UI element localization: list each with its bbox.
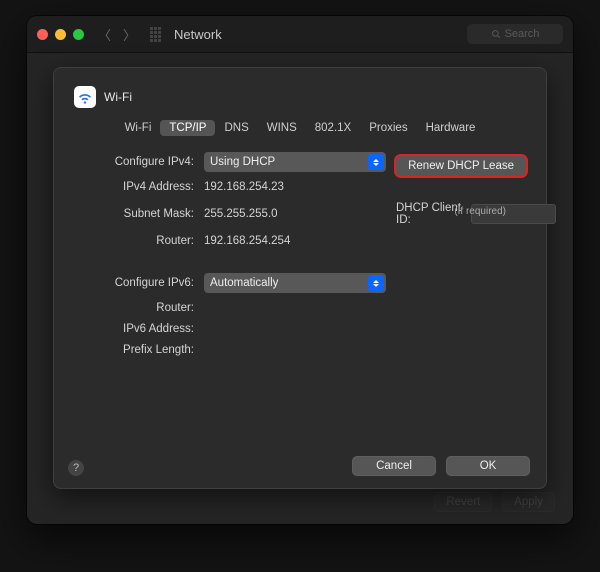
chevron-updown-icon — [368, 154, 384, 170]
configure-ipv6-select[interactable]: Automatically — [204, 273, 386, 293]
label-router-v6: Router: — [74, 302, 194, 314]
back-button[interactable]: 〈 — [98, 25, 111, 44]
all-prefs-icon[interactable] — [150, 28, 164, 40]
connection-name: Wi-Fi — [104, 90, 132, 104]
tab-8021x[interactable]: 802.1X — [306, 120, 360, 136]
cancel-button[interactable]: Cancel — [352, 456, 436, 476]
configure-ipv4-select[interactable]: Using DHCP — [204, 152, 386, 172]
forward-button[interactable]: 〉 — [123, 25, 136, 44]
nav-arrows: 〈 〉 — [98, 25, 136, 44]
preferences-window: 〈 〉 Network Search Revert Apply — [27, 16, 573, 524]
tab-hardware[interactable]: Hardware — [417, 120, 485, 136]
label-ipv6-address: IPv6 Address: — [74, 323, 194, 335]
router-v4-value: 192.168.254.254 — [204, 235, 386, 247]
tab-dns[interactable]: DNS — [215, 120, 257, 136]
help-button[interactable]: ? — [68, 460, 84, 476]
minimize-icon[interactable] — [55, 29, 66, 40]
renew-dhcp-lease-button[interactable]: Renew DHCP Lease — [396, 156, 526, 176]
configure-ipv4-value: Using DHCP — [210, 156, 275, 168]
label-configure-ipv4: Configure IPv4: — [74, 156, 194, 168]
revert-button-bg: Revert — [434, 492, 492, 512]
tcpip-form: Configure IPv4: Using DHCP IPv4 Address:… — [74, 152, 526, 356]
label-prefix-length: Prefix Length: — [74, 344, 194, 356]
chevron-updown-icon — [368, 275, 384, 291]
tab-proxies[interactable]: Proxies — [360, 120, 416, 136]
subnet-mask-value: 255.255.255.0 — [204, 208, 386, 220]
maximize-icon[interactable] — [73, 29, 84, 40]
ipv4-address-value: 192.168.254.23 — [204, 181, 386, 193]
tab-tcpip[interactable]: TCP/IP — [160, 120, 215, 136]
configure-ipv6-value: Automatically — [210, 277, 278, 289]
window-title: Network — [174, 27, 222, 42]
connection-header: Wi-Fi — [74, 86, 526, 108]
ok-button[interactable]: OK — [446, 456, 530, 476]
tab-wifi[interactable]: Wi-Fi — [116, 120, 161, 136]
search-icon — [491, 29, 501, 39]
tcpip-sheet: Wi-Fi Wi-Fi TCP/IP DNS WINS 802.1X Proxi… — [53, 67, 547, 489]
titlebar: 〈 〉 Network Search — [27, 16, 573, 53]
close-icon[interactable] — [37, 29, 48, 40]
label-router-v4: Router: — [74, 235, 194, 247]
apply-button-bg: Apply — [502, 492, 555, 512]
if-required-note: (If required) — [454, 206, 506, 217]
background-actions: Revert Apply — [434, 492, 555, 512]
search-placeholder: Search — [505, 28, 540, 40]
label-ipv4-address: IPv4 Address: — [74, 181, 194, 193]
search-input[interactable]: Search — [467, 24, 563, 44]
tab-bar: Wi-Fi TCP/IP DNS WINS 802.1X Proxies Har… — [74, 120, 526, 136]
tab-wins[interactable]: WINS — [258, 120, 306, 136]
label-subnet-mask: Subnet Mask: — [74, 208, 194, 220]
label-configure-ipv6: Configure IPv6: — [74, 277, 194, 289]
sheet-actions: Cancel OK — [352, 456, 530, 476]
wifi-icon — [74, 86, 96, 108]
window-controls — [37, 29, 84, 40]
